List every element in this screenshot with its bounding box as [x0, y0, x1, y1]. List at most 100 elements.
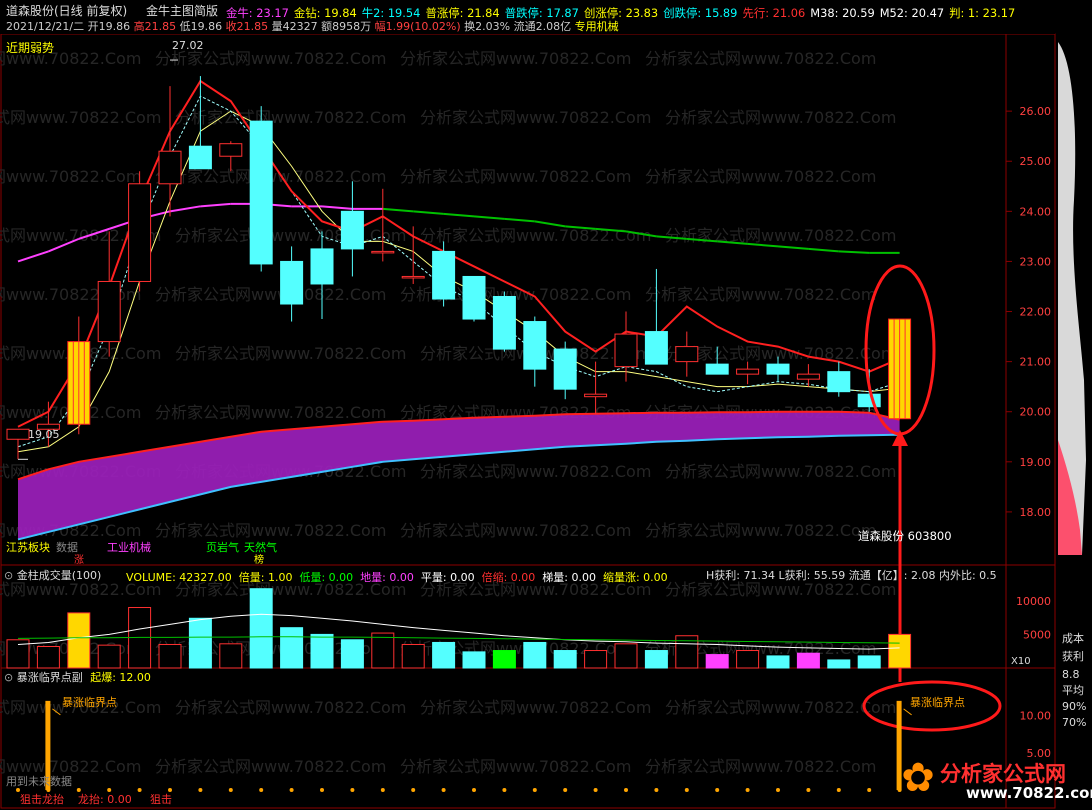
header-value-3: 普涨停: 21.84 [425, 6, 500, 20]
watermark-text: 分析家公式网www.70822.Com [665, 462, 896, 481]
watermark-text: 分析家公式网www.70822.Com [645, 757, 876, 776]
volume-bar [249, 588, 273, 669]
candle-body-up [219, 143, 243, 157]
signal-dot [441, 788, 446, 792]
volume-stat-4: 平量: 0.00 [420, 571, 475, 584]
volume-bar [158, 643, 182, 669]
candle-body-up [675, 346, 699, 363]
header-value-9: M52: 20.47 [879, 6, 945, 20]
signal-dot [806, 788, 811, 792]
future-data-note: 用到未来数据 [6, 775, 72, 788]
candle-body-down [492, 295, 516, 350]
watermark-text: 分析家公式网www.70822.Com [0, 108, 161, 127]
watermark-text: 分析家公式网www.70822.Com [155, 521, 386, 540]
tag-industry[interactable]: 工业机械 [107, 541, 151, 554]
candle-body-down [188, 145, 212, 170]
volume-stat-7: 缩量涨: 0.00 [602, 571, 668, 584]
watermark-text: 分析家公式网www.70822.Com [155, 285, 386, 304]
strip-profit: 获利 [1062, 650, 1084, 663]
signal-dot [259, 788, 264, 792]
jinniu-line-segment [413, 210, 444, 215]
tag-data: 数据 [56, 541, 78, 554]
watermark-text: 分析家公式网www.70822.Com [400, 521, 631, 540]
stock-chart[interactable]: 分析家公式网www.70822.Com 分析家公式网www.70822.Com 分析… [0, 0, 1092, 810]
stock-title[interactable]: 道森股份(日线 前复权) [6, 5, 127, 18]
signal-dot [502, 788, 507, 792]
volume-stat-1: 倍量: 1.00 [238, 571, 293, 584]
high-marker: 27.02 [172, 39, 204, 52]
volume-bar [97, 644, 121, 669]
signal-label-left: 暴涨临界点 [62, 696, 117, 709]
signal-dot [563, 788, 568, 792]
signal-dot [776, 788, 780, 792]
bottom-item-3: 狙击 [150, 793, 172, 806]
signal-panel-icon[interactable]: ⊙ [4, 671, 13, 684]
volume-bar [857, 655, 881, 669]
volume-bar [888, 633, 912, 669]
strip-88: 8.8 [1062, 668, 1080, 681]
jinniu-line-segment [382, 207, 414, 213]
jinniu-line-segment [443, 212, 475, 218]
volume-bar [401, 643, 425, 669]
candle-body-up [97, 280, 121, 343]
volume-bar [310, 633, 334, 669]
volume-bar [796, 652, 820, 669]
bottom-item-1[interactable]: 狙击龙抬 [20, 793, 64, 806]
volume-panel-title[interactable]: 金柱成交量(100) [17, 569, 102, 582]
watermark-text: 分析家公式网www.70822.Com [665, 226, 896, 245]
header-value-8: M38: 20.59 [810, 6, 875, 20]
candle-body-up [736, 368, 760, 375]
signal-param: 起爆: 12.00 [90, 671, 151, 684]
watermark-text: 分析家公式网www.70822.Com [175, 108, 406, 127]
tag-gas[interactable]: 天然气 [244, 541, 277, 554]
signal-panel-header: ⊙ 暴涨临界点副 起爆: 12.00 [4, 671, 151, 684]
trend-label: 近期弱势 [6, 41, 55, 55]
volume-bar [36, 645, 60, 669]
signal-panel-title[interactable]: 暴涨临界点副 [17, 671, 83, 684]
price-axis-label: 22.00 [1020, 306, 1052, 319]
volume-bar [340, 639, 364, 669]
candle-body-down [766, 363, 790, 375]
signal-dot [593, 788, 598, 792]
strip-70: 70% [1062, 716, 1087, 729]
strip-avg: 平均 [1062, 684, 1084, 697]
quote-line: 2021/12/21/二 开19.86 高21.85 低19.86 收21.85… [6, 20, 619, 33]
volume-bar [462, 651, 486, 669]
price-axis-label: 26.00 [1020, 105, 1052, 118]
signal-dot [472, 788, 476, 792]
price-axis-label: 18.00 [1020, 506, 1052, 519]
jinniu-line-segment [473, 215, 505, 220]
volume-bar [371, 632, 395, 669]
volume-bar [827, 659, 851, 669]
candle-body-up [128, 183, 152, 282]
candle-body-up [614, 333, 638, 368]
price-axis-label: 24.00 [1020, 205, 1052, 218]
watermark-text: 分析家公式网www.70822.Com [420, 462, 651, 481]
indicator-name[interactable]: 金牛主图简版 [146, 5, 218, 18]
volume-bar [553, 650, 577, 669]
header-bar: 道森股份(日线 前复权) 金牛主图简版 金牛: 23.17 金钻: 19.84 牛2… [0, 0, 1055, 34]
volume-panel-icon[interactable]: ⊙ [4, 569, 13, 582]
volume-bar [584, 650, 608, 669]
jinniu-line-segment [838, 250, 870, 254]
candle-body-down [827, 371, 851, 393]
tag-jiangsu[interactable]: 江苏板块 [6, 541, 50, 554]
watermark-text: 分析家公式网www.70822.Com [420, 698, 651, 717]
watermark-text: 分析家公式网www.70822.Com [645, 167, 876, 186]
volume-bar [280, 627, 304, 669]
candle-body-up [371, 250, 395, 254]
watermark-text: 分析家公式网www.70822.Com [665, 108, 896, 127]
volume-right-stats: H获利: 71.34 L获利: 55.59 流通【亿】: 2.08 内外比: 0… [706, 569, 997, 582]
tag-shale[interactable]: 页岩气 [206, 541, 239, 554]
header-value-0: 金牛: 23.17 [226, 6, 289, 20]
watermark-text: 分析家公式网www.70822.Com [645, 285, 876, 304]
jinniu-line-segment [169, 205, 201, 213]
site-logo[interactable]: ✿ 分析家公式网 www.70822.com [896, 752, 1092, 808]
signal-dot [684, 788, 689, 792]
watermark-text: 分析家公式网www.70822.Com [645, 49, 876, 68]
candle-body-down [340, 210, 364, 250]
watermark-text: 分析家公式网www.70822.Com [0, 757, 141, 776]
candle-body-down [857, 393, 881, 408]
watermark-text: 分析家公式网www.70822.Com [175, 226, 406, 245]
strip-cost: 成本 [1062, 632, 1084, 645]
